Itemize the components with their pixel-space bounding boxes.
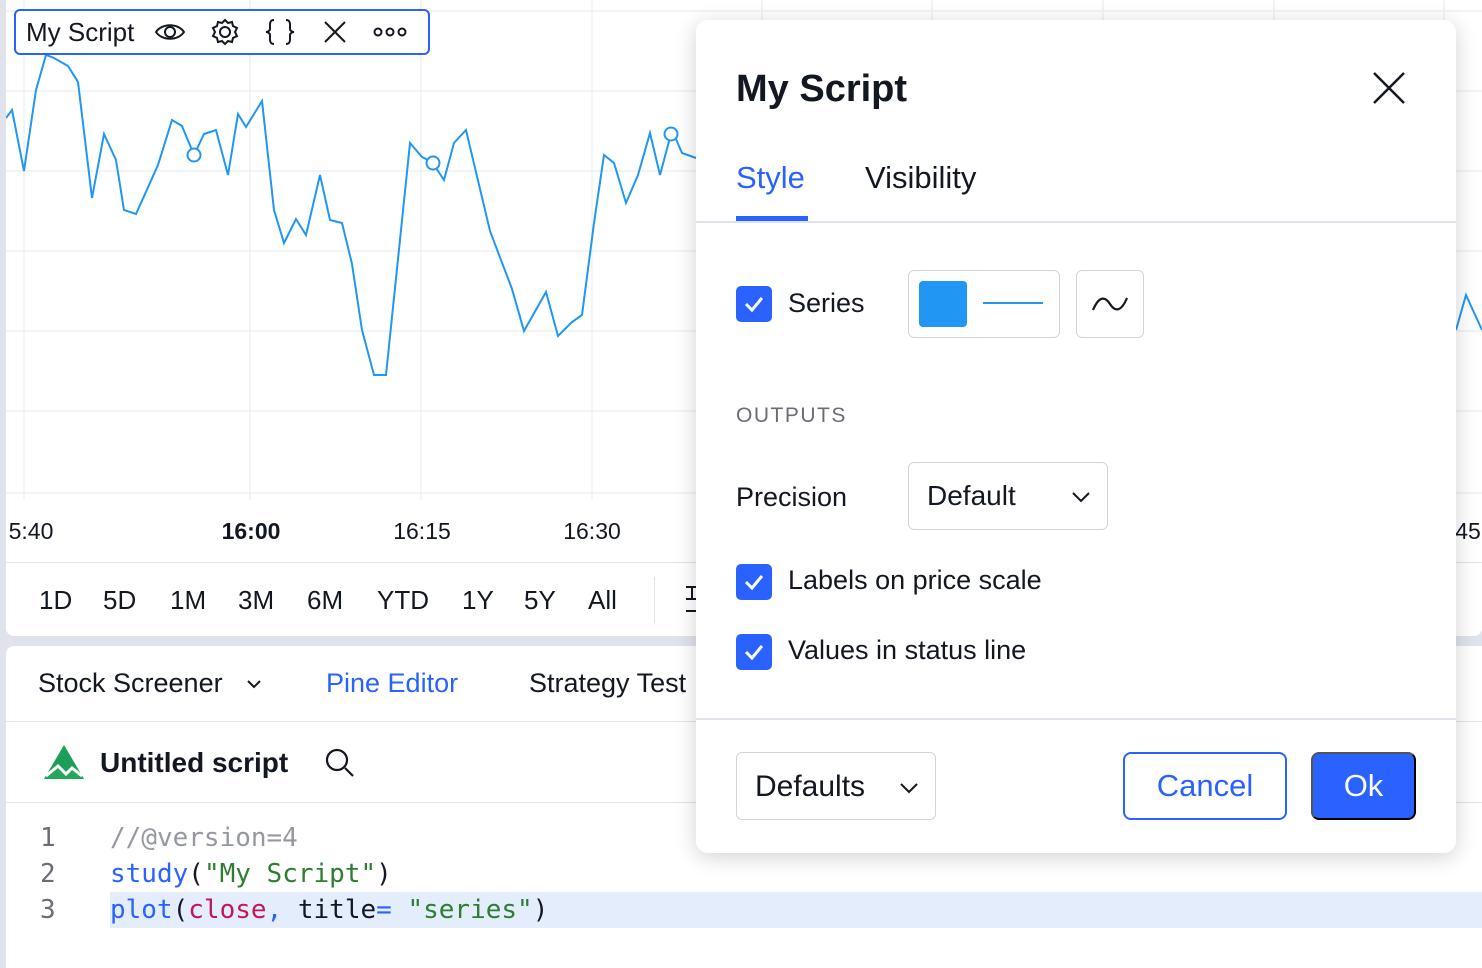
- range-button-1m[interactable]: 1M: [170, 585, 206, 616]
- checkmark-icon: [744, 645, 764, 661]
- labels-on-price-scale-label: Labels on price scale: [788, 565, 1042, 595]
- data-point-marker[interactable]: [663, 126, 679, 142]
- range-button-ytd[interactable]: YTD: [377, 585, 429, 616]
- values-in-status-line-checkbox[interactable]: [736, 634, 772, 670]
- line-number: 2: [40, 859, 56, 889]
- code-operator: =: [376, 895, 392, 925]
- code-paren: (: [188, 859, 204, 889]
- tab-pine-editor[interactable]: Pine Editor: [326, 668, 458, 699]
- code-function: study: [110, 859, 189, 889]
- code-variable: close: [188, 895, 267, 925]
- values-in-status-line-label: Values in status line: [788, 635, 1027, 665]
- precision-select[interactable]: Default: [908, 462, 1108, 530]
- close-icon[interactable]: [1371, 70, 1407, 111]
- active-tab-indicator: [736, 216, 808, 221]
- series-label: Series: [788, 288, 865, 318]
- braces-icon[interactable]: [262, 14, 297, 50]
- series-line-right[interactable]: [1455, 292, 1482, 331]
- ok-button[interactable]: Ok: [1311, 752, 1416, 820]
- labels-on-price-scale-checkbox[interactable]: [736, 564, 772, 600]
- dialog-title: My Script: [736, 68, 908, 110]
- range-button-6m[interactable]: 6M: [307, 585, 343, 616]
- tab-visibility[interactable]: Visibility: [865, 160, 976, 196]
- tab-style[interactable]: Style: [736, 160, 805, 196]
- indicator-legend[interactable]: My Script: [14, 9, 430, 55]
- code-param: title: [282, 895, 377, 925]
- indicator-title[interactable]: My Script: [26, 17, 134, 48]
- dialog-footer-divider: [696, 718, 1456, 720]
- data-point-marker[interactable]: [186, 147, 202, 163]
- range-button-all[interactable]: All: [588, 585, 617, 616]
- range-button-1y[interactable]: 1Y: [462, 585, 494, 616]
- data-point-marker[interactable]: [425, 155, 441, 171]
- line-number: 1: [40, 823, 56, 853]
- checkmark-icon: [744, 297, 764, 313]
- code-string: "series": [391, 895, 533, 925]
- eye-icon[interactable]: [152, 14, 187, 50]
- series-checkbox[interactable]: [736, 286, 772, 322]
- indicator-settings-dialog: My Script Style Visibility Series OUTPUT…: [696, 20, 1456, 853]
- defaults-label: Defaults: [755, 770, 866, 803]
- plot-type-button[interactable]: [1076, 270, 1144, 338]
- chevron-down-icon: [899, 781, 919, 799]
- tab-stock-screener[interactable]: Stock Screener: [38, 668, 263, 699]
- code-paren: (: [172, 895, 189, 925]
- code-line-current[interactable]: 3 plot(close, title= "series"): [6, 892, 1482, 928]
- code-comment: //@version=4: [110, 823, 298, 853]
- defaults-dropdown[interactable]: Defaults: [736, 752, 936, 820]
- range-button-5d[interactable]: 5D: [103, 585, 136, 616]
- line-plot-icon: [1091, 297, 1129, 311]
- checkmark-icon: [744, 575, 764, 591]
- script-name[interactable]: Untitled script: [100, 747, 288, 779]
- time-axis-label: 16:00: [221, 518, 281, 544]
- time-axis-label: 16:30: [563, 518, 621, 544]
- series-color-picker[interactable]: [908, 270, 1060, 338]
- time-axis-label: 16:15: [393, 518, 451, 544]
- color-swatch: [919, 281, 967, 327]
- search-icon[interactable]: [324, 747, 356, 784]
- precision-label: Precision: [736, 482, 848, 512]
- app-window: 5:40 16:00 16:15 16:30 45 My Script 1D 5…: [0, 0, 1482, 968]
- outputs-section-header: OUTPUTS: [736, 404, 847, 427]
- range-divider: [654, 577, 655, 623]
- code-paren: ): [532, 895, 549, 925]
- more-icon[interactable]: [372, 14, 408, 50]
- code-string: "My Script": [203, 859, 377, 889]
- range-button-1d[interactable]: 1D: [39, 585, 72, 616]
- gear-icon[interactable]: [207, 14, 242, 50]
- range-button-5y[interactable]: 5Y: [524, 585, 556, 616]
- close-icon[interactable]: [317, 14, 352, 50]
- code-line[interactable]: 2 study("My Script"): [6, 856, 1482, 892]
- code-function: plot: [110, 895, 173, 925]
- dialog-tab-bar: Style Visibility: [696, 150, 1456, 223]
- pine-logo-icon: [42, 743, 86, 788]
- cancel-button[interactable]: Cancel: [1123, 752, 1287, 820]
- tab-stock-screener-label: Stock Screener: [38, 668, 223, 698]
- chevron-down-icon: [1071, 490, 1091, 508]
- line-number: 3: [40, 895, 56, 925]
- time-axis-label: 45: [1455, 518, 1481, 544]
- range-button-3m[interactable]: 3M: [238, 585, 274, 616]
- tab-strategy-tester[interactable]: Strategy Test: [529, 668, 686, 699]
- chevron-down-icon: [245, 678, 263, 690]
- code-comma: ,: [266, 895, 283, 925]
- code-paren: ): [376, 859, 392, 889]
- time-axis-label: 5:40: [8, 518, 54, 544]
- line-style-preview: [983, 302, 1043, 304]
- precision-value: Default: [927, 480, 1016, 511]
